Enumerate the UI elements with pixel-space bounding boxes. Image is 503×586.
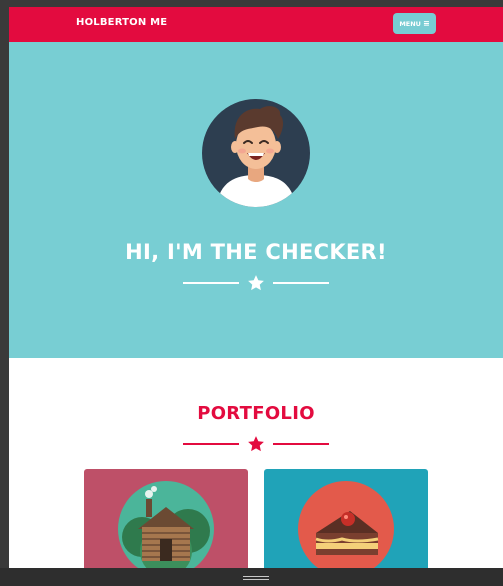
page: HOLBERTON ME MENU ≡ HI, I'M THE CHECKER! bbox=[9, 7, 503, 568]
portfolio-divider bbox=[183, 435, 329, 453]
navbar: HOLBERTON ME MENU ≡ bbox=[9, 7, 503, 42]
bottom-resize-bar bbox=[0, 568, 503, 586]
divider-line-left bbox=[183, 443, 239, 445]
log-cabin-icon bbox=[118, 481, 214, 568]
hamburger-icon: ≡ bbox=[422, 18, 430, 28]
divider-line-right bbox=[273, 443, 329, 445]
cake-slice-icon bbox=[298, 481, 394, 568]
portfolio-item-cabin[interactable] bbox=[84, 469, 248, 568]
avatar bbox=[202, 99, 310, 207]
drag-handle-icon[interactable] bbox=[243, 576, 269, 582]
divider-line-left bbox=[183, 282, 239, 284]
star-icon bbox=[248, 436, 264, 452]
menu-button-label: MENU bbox=[399, 19, 421, 28]
hero-title: HI, I'M THE CHECKER! bbox=[125, 240, 387, 264]
hero-section: HI, I'M THE CHECKER! bbox=[9, 42, 503, 358]
star-icon bbox=[248, 275, 264, 291]
hero-divider bbox=[183, 274, 329, 292]
portfolio-title: PORTFOLIO bbox=[197, 403, 315, 424]
divider-line-right bbox=[273, 282, 329, 284]
portfolio-item-cake[interactable] bbox=[264, 469, 428, 568]
brand-link[interactable]: HOLBERTON ME bbox=[76, 17, 167, 28]
menu-button[interactable]: MENU ≡ bbox=[393, 13, 436, 34]
